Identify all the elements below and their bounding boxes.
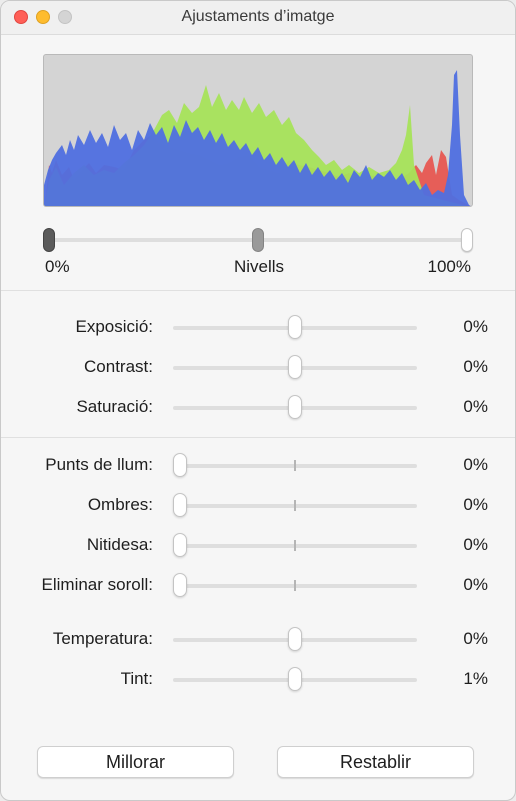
exposure-slider-thumb[interactable] xyxy=(288,315,302,339)
noise-reduction-row: Eliminar soroll: 0% xyxy=(1,573,515,597)
levels-white-point-handle[interactable] xyxy=(461,228,473,252)
contrast-label: Contrast: xyxy=(84,357,153,376)
sharpness-label: Nitidesa: xyxy=(86,535,153,554)
highlights-slider-thumb[interactable] xyxy=(173,453,187,477)
shadows-row: Ombres: 0% xyxy=(1,493,515,517)
exposure-label: Exposició: xyxy=(75,317,153,336)
contrast-slider-thumb[interactable] xyxy=(288,355,302,379)
noise-reduction-value: 0% xyxy=(463,575,488,594)
highlights-center-tick xyxy=(294,460,296,471)
shadows-slider-thumb[interactable] xyxy=(173,493,187,517)
noise-reduction-label: Eliminar soroll: xyxy=(41,575,153,594)
highlights-value: 0% xyxy=(463,455,488,474)
tint-slider-thumb[interactable] xyxy=(288,667,302,691)
exposure-row: Exposició: 0% xyxy=(1,315,515,339)
shadows-label: Ombres: xyxy=(87,495,153,514)
shadows-center-tick xyxy=(294,500,296,511)
levels-midtone-handle[interactable] xyxy=(252,228,264,252)
highlights-row: Punts de llum: 0% xyxy=(1,453,515,477)
tint-value: 1% xyxy=(463,669,488,688)
sharpness-center-tick xyxy=(294,540,296,551)
temperature-slider-thumb[interactable] xyxy=(288,627,302,651)
window-title: Ajustaments d’imatge xyxy=(181,8,335,25)
shadows-value: 0% xyxy=(463,495,488,514)
noise-reduction-slider-thumb[interactable] xyxy=(173,573,187,597)
noise-reduction-center-tick xyxy=(294,580,296,591)
separator xyxy=(1,437,515,438)
saturation-slider-thumb[interactable] xyxy=(288,395,302,419)
saturation-label: Saturació: xyxy=(76,397,153,416)
highlights-label: Punts de llum: xyxy=(45,455,153,474)
temperature-row: Temperatura: 0% xyxy=(1,627,515,651)
levels-black-point-handle[interactable] xyxy=(43,228,55,252)
histogram xyxy=(43,54,473,207)
contrast-value: 0% xyxy=(463,357,488,376)
saturation-value: 0% xyxy=(463,397,488,416)
separator xyxy=(1,290,515,291)
contrast-row: Contrast: 0% xyxy=(1,355,515,379)
tint-label: Tint: xyxy=(120,669,153,688)
temperature-value: 0% xyxy=(463,629,488,648)
sharpness-slider-thumb[interactable] xyxy=(173,533,187,557)
temperature-label: Temperatura: xyxy=(52,629,153,648)
reset-button[interactable]: Restablir xyxy=(277,746,474,778)
saturation-row: Saturació: 0% xyxy=(1,395,515,419)
sharpness-row: Nitidesa: 0% xyxy=(1,533,515,557)
enhance-button[interactable]: Millorar xyxy=(37,746,234,778)
image-adjustments-window: Ajustaments d’imatge 0% Nivells 100% Exp… xyxy=(0,0,516,801)
exposure-value: 0% xyxy=(463,317,488,336)
tint-row: Tint: 1% xyxy=(1,667,515,691)
levels-max-label: 100% xyxy=(427,257,471,276)
sharpness-value: 0% xyxy=(463,535,488,554)
title-bar: Ajustaments d’imatge xyxy=(1,1,515,35)
